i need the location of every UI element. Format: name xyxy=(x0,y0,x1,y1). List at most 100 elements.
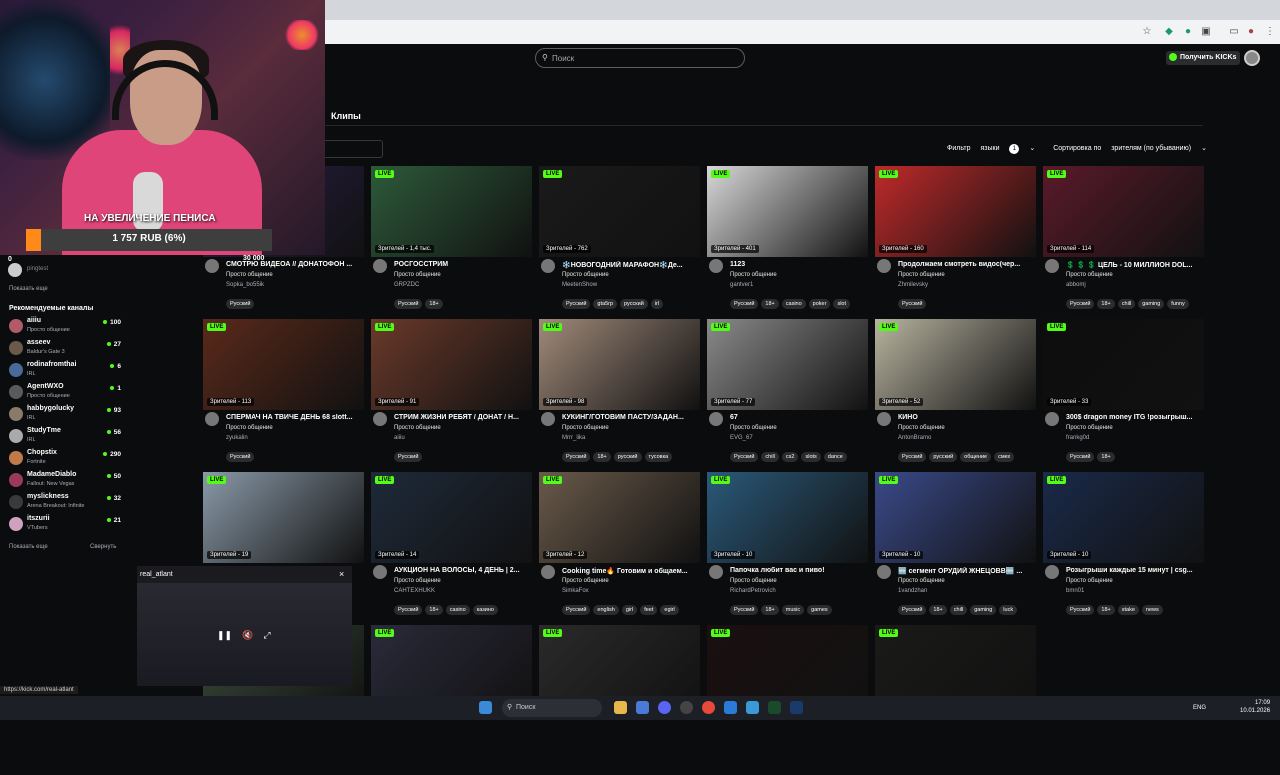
stream-title[interactable]: 300$ dragon money ITG !розыгрыш... xyxy=(1066,414,1204,421)
streamer-name[interactable]: Zhmilevsky xyxy=(898,282,928,288)
mute-icon[interactable]: 🔇 xyxy=(242,630,253,640)
avatar[interactable] xyxy=(205,412,219,426)
tag[interactable]: тусовка xyxy=(644,452,673,462)
stream-title[interactable]: 🆕 сегмент ОРУДИЙ ЖНЕЦОВВ🆕 ... xyxy=(898,567,1036,575)
stream-card[interactable]: LIVE Зрителей - 10 🆕 сегмент ОРУДИЙ ЖНЕЦОВ… xyxy=(875,472,1036,622)
taskbar-search[interactable]: ⚲ Поиск xyxy=(502,699,602,717)
obs-icon[interactable] xyxy=(680,701,693,714)
avatar[interactable] xyxy=(541,412,555,426)
avatar[interactable] xyxy=(877,565,891,579)
sidebar-item-following[interactable]: pingtest xyxy=(8,263,128,277)
category-filter-input[interactable] xyxy=(323,140,383,158)
stream-title[interactable]: АУКЦИОН НА ВОЛОСЫ, 4 ДЕНЬ | 2... xyxy=(394,567,532,574)
browser-menu-icon[interactable]: ⋮ xyxy=(1264,26,1276,38)
tag[interactable]: общение xyxy=(960,452,992,462)
sidebar-item-channel[interactable]: AgentWXO Просто общение 1 xyxy=(9,383,121,403)
stream-card[interactable]: LIVE Зрителей - 10 Розыгрыши каждые 15 мин… xyxy=(1043,472,1204,622)
tag[interactable]: смех xyxy=(994,452,1015,462)
stream-title[interactable]: СПЕРМАЧ НА ТВИЧЕ ДЕНЬ 68 slott... xyxy=(226,414,364,421)
avatar[interactable] xyxy=(877,412,891,426)
stream-thumbnail[interactable]: LIVE Зрителей - 113 xyxy=(203,319,364,410)
avatar[interactable] xyxy=(541,259,555,273)
streamer-name[interactable]: zyukalin xyxy=(226,435,248,441)
stream-title[interactable]: 1123 xyxy=(730,261,868,268)
stream-thumbnail[interactable]: LIVE Зрителей - 10 xyxy=(707,472,868,563)
stream-category[interactable]: Просто общение xyxy=(898,578,945,584)
stream-thumbnail[interactable]: LIVE Зрителей - 33 xyxy=(1043,319,1204,410)
tag[interactable]: 18+ xyxy=(425,299,443,309)
clock[interactable]: 17:09 10.01.2026 xyxy=(1240,699,1270,715)
stream-title[interactable]: Продолжаем смотреть видос(чер... xyxy=(898,261,1036,268)
browser-address-bar[interactable] xyxy=(325,20,1280,44)
tag[interactable]: egirl xyxy=(660,605,679,615)
stream-title[interactable]: КУКИНГ/ГОТОВИМ ПАСТУ/ЗАДАН... xyxy=(562,414,700,421)
stream-thumbnail[interactable]: LIVE Зрителей - 12 xyxy=(539,472,700,563)
avatar[interactable] xyxy=(877,259,891,273)
stream-title[interactable]: СТРИМ ЖИЗНИ РЕБЯТ / ДОНАТ / Н... xyxy=(394,414,532,421)
stream-card[interactable]: LIVE Зрителей - 77 67 Просто общение EVG_67 Р… xyxy=(707,319,868,469)
stream-category[interactable]: Просто общение xyxy=(730,272,777,278)
stream-thumbnail[interactable]: LIVE Зрителей - 401 xyxy=(707,166,868,257)
stream-card[interactable]: LIVE Зрителей - 160 Продолжаем смотреть ви… xyxy=(875,166,1036,316)
tag[interactable]: chill xyxy=(1117,299,1136,309)
stream-title[interactable]: Розыгрыши каждые 15 минут | csg... xyxy=(1066,567,1204,574)
tag[interactable]: Русский xyxy=(562,452,591,462)
avatar[interactable] xyxy=(709,565,723,579)
streamer-name[interactable]: Mrrr_lika xyxy=(562,435,585,441)
streamer-name[interactable]: bmn01 xyxy=(1066,588,1084,594)
stream-card[interactable]: LIVE Зрителей - 52 КИНО Просто общение Anton… xyxy=(875,319,1036,469)
stream-card[interactable]: LIVE Зрителей - 98 КУКИНГ/ГОТОВИМ ПАСТУ/ЗА… xyxy=(539,319,700,469)
tag[interactable]: 18+ xyxy=(761,299,779,309)
stream-category[interactable]: Просто общение xyxy=(562,578,609,584)
stream-thumbnail[interactable]: LIVE Зрителей - 10 xyxy=(1043,472,1204,563)
tag[interactable]: Русский xyxy=(394,452,423,462)
streamer-name[interactable]: EVG_67 xyxy=(730,435,753,441)
expand-icon[interactable]: ⤢ xyxy=(263,630,270,640)
show-more-link[interactable]: Показать еще xyxy=(9,544,48,550)
terminal-icon[interactable] xyxy=(768,701,781,714)
stream-title[interactable]: СМОТРЮ ВИДЕОА // ДОНАТОФОН ... xyxy=(226,261,364,268)
tag[interactable]: Русский xyxy=(394,605,423,615)
tag[interactable]: english xyxy=(593,605,619,615)
streamer-name[interactable]: aiiiu xyxy=(394,435,405,441)
stream-card[interactable]: LIVE Зрителей - 114 💲 💲 💲 ЦЕЛЬ - 10 МИЛЛИО… xyxy=(1043,166,1204,316)
stream-card[interactable]: LIVE Зрителей - 113 СПЕРМАЧ НА ТВИЧЕ ДЕНЬ … xyxy=(203,319,364,469)
tag[interactable]: poker xyxy=(808,299,831,309)
get-kicks-button[interactable]: Получить KICKs xyxy=(1166,51,1240,65)
streamer-name[interactable]: gantver1 xyxy=(730,282,753,288)
streamer-name[interactable]: RichardPetrovich xyxy=(730,588,776,594)
extension-icon[interactable]: ◆ xyxy=(1163,26,1175,38)
avatar[interactable] xyxy=(1045,412,1059,426)
sidebar-item-channel[interactable]: aiiiu Просто общение 100 xyxy=(9,317,121,337)
stream-category[interactable]: Просто общение xyxy=(1066,272,1113,278)
stream-category[interactable]: Просто общение xyxy=(394,272,441,278)
stream-thumbnail[interactable]: LIVE Зрителей - 1,4 тыс. xyxy=(371,166,532,257)
tag[interactable]: gta5rp xyxy=(593,299,618,309)
avatar[interactable] xyxy=(541,565,555,579)
tag[interactable]: казино xyxy=(472,605,498,615)
tag[interactable]: Русский xyxy=(1066,452,1095,462)
stream-thumbnail[interactable]: LIVE Зрителей - 10 xyxy=(875,472,1036,563)
sidebar-item-channel[interactable]: itszurii VTubers 21 xyxy=(9,515,121,535)
stream-thumbnail[interactable]: LIVE Зрителей - 160 xyxy=(875,166,1036,257)
tag[interactable]: Русский xyxy=(1066,299,1095,309)
stream-thumbnail[interactable]: LIVE Зрителей - 98 xyxy=(539,319,700,410)
search-input[interactable]: ⚲ Поиск xyxy=(535,48,745,68)
sidebar-item-channel[interactable]: MadameDiablo Fallout: New Vegas 50 xyxy=(9,471,121,491)
streamer-name[interactable]: 1vandzhan xyxy=(898,588,927,594)
avatar[interactable] xyxy=(709,412,723,426)
stream-title[interactable]: ❄️НОВОГОДНИЙ МАРАФОН❄️Де... xyxy=(562,261,700,269)
tag[interactable]: Русский xyxy=(730,299,759,309)
stream-thumbnail[interactable]: LIVE Зрителей - 52 xyxy=(875,319,1036,410)
tag[interactable]: feet xyxy=(640,605,658,615)
tag[interactable]: русский xyxy=(620,299,648,309)
stream-category[interactable]: Просто общение xyxy=(394,578,441,584)
sort-dropdown[interactable]: зрителям (по убыванию) ⌄ xyxy=(1111,145,1215,152)
tag[interactable]: Русский xyxy=(898,299,927,309)
show-more-link[interactable]: Показать еще xyxy=(9,286,48,292)
sidebar-item-channel[interactable]: myslickness Arena Breakout: Infinite 32 xyxy=(9,493,121,513)
streamer-name[interactable]: frankg0d xyxy=(1066,435,1089,441)
profile-icon[interactable]: ● xyxy=(1245,26,1257,38)
stream-card[interactable]: LIVE Зрителей - 762 ❄️НОВОГОДНИЙ МАРАФОН❄️… xyxy=(539,166,700,316)
stream-thumbnail[interactable]: LIVE Зрителей - 14 xyxy=(371,472,532,563)
